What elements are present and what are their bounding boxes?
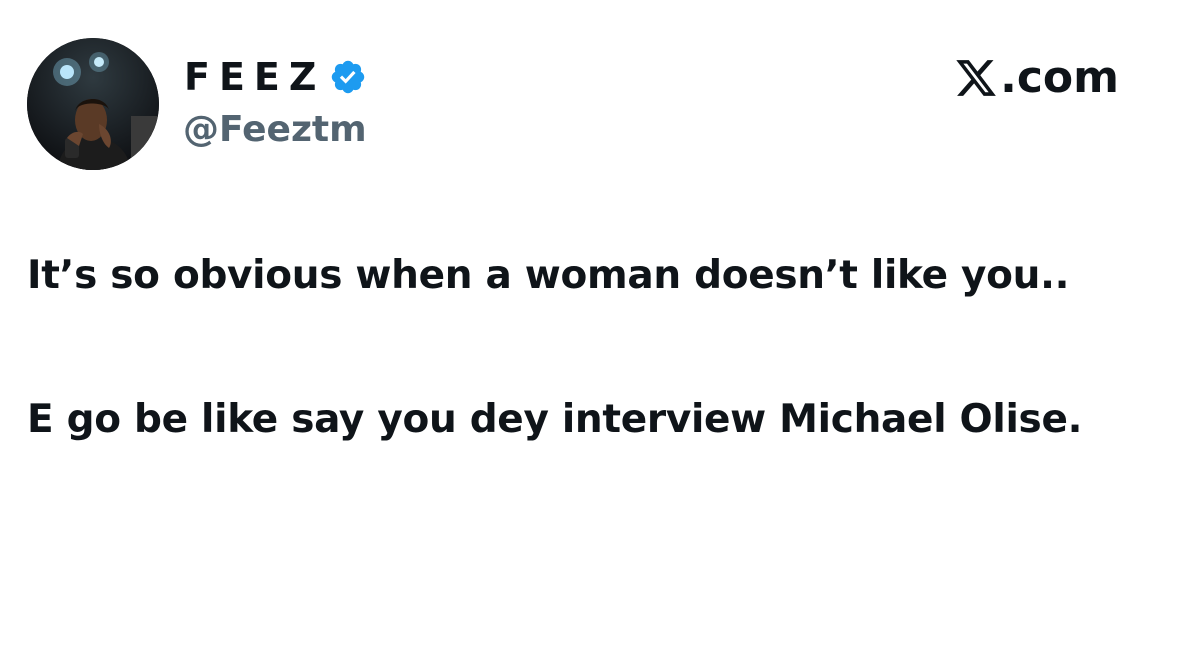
author-handle[interactable]: @Feeztm — [183, 108, 367, 152]
brand-domain-text: .com — [1000, 52, 1119, 103]
tweet-card: FEEZ @Feeztm .com It’s so obvious when a… — [0, 0, 1179, 660]
tweet-paragraph: E go be like say you dey interview Micha… — [27, 397, 1083, 442]
tweet-paragraph: It’s so obvious when a woman doesn’t lik… — [27, 253, 1070, 298]
x-logo-icon — [954, 56, 998, 100]
display-name[interactable]: FEEZ — [184, 52, 325, 102]
brand-watermark: .com — [954, 52, 1119, 104]
profile-photo-icon — [27, 38, 159, 170]
author-avatar[interactable] — [27, 38, 159, 170]
display-name-row: FEEZ — [184, 52, 367, 102]
tweet-text: It’s so obvious when a woman doesn’t lik… — [27, 240, 1137, 456]
verified-badge-icon — [329, 58, 367, 96]
